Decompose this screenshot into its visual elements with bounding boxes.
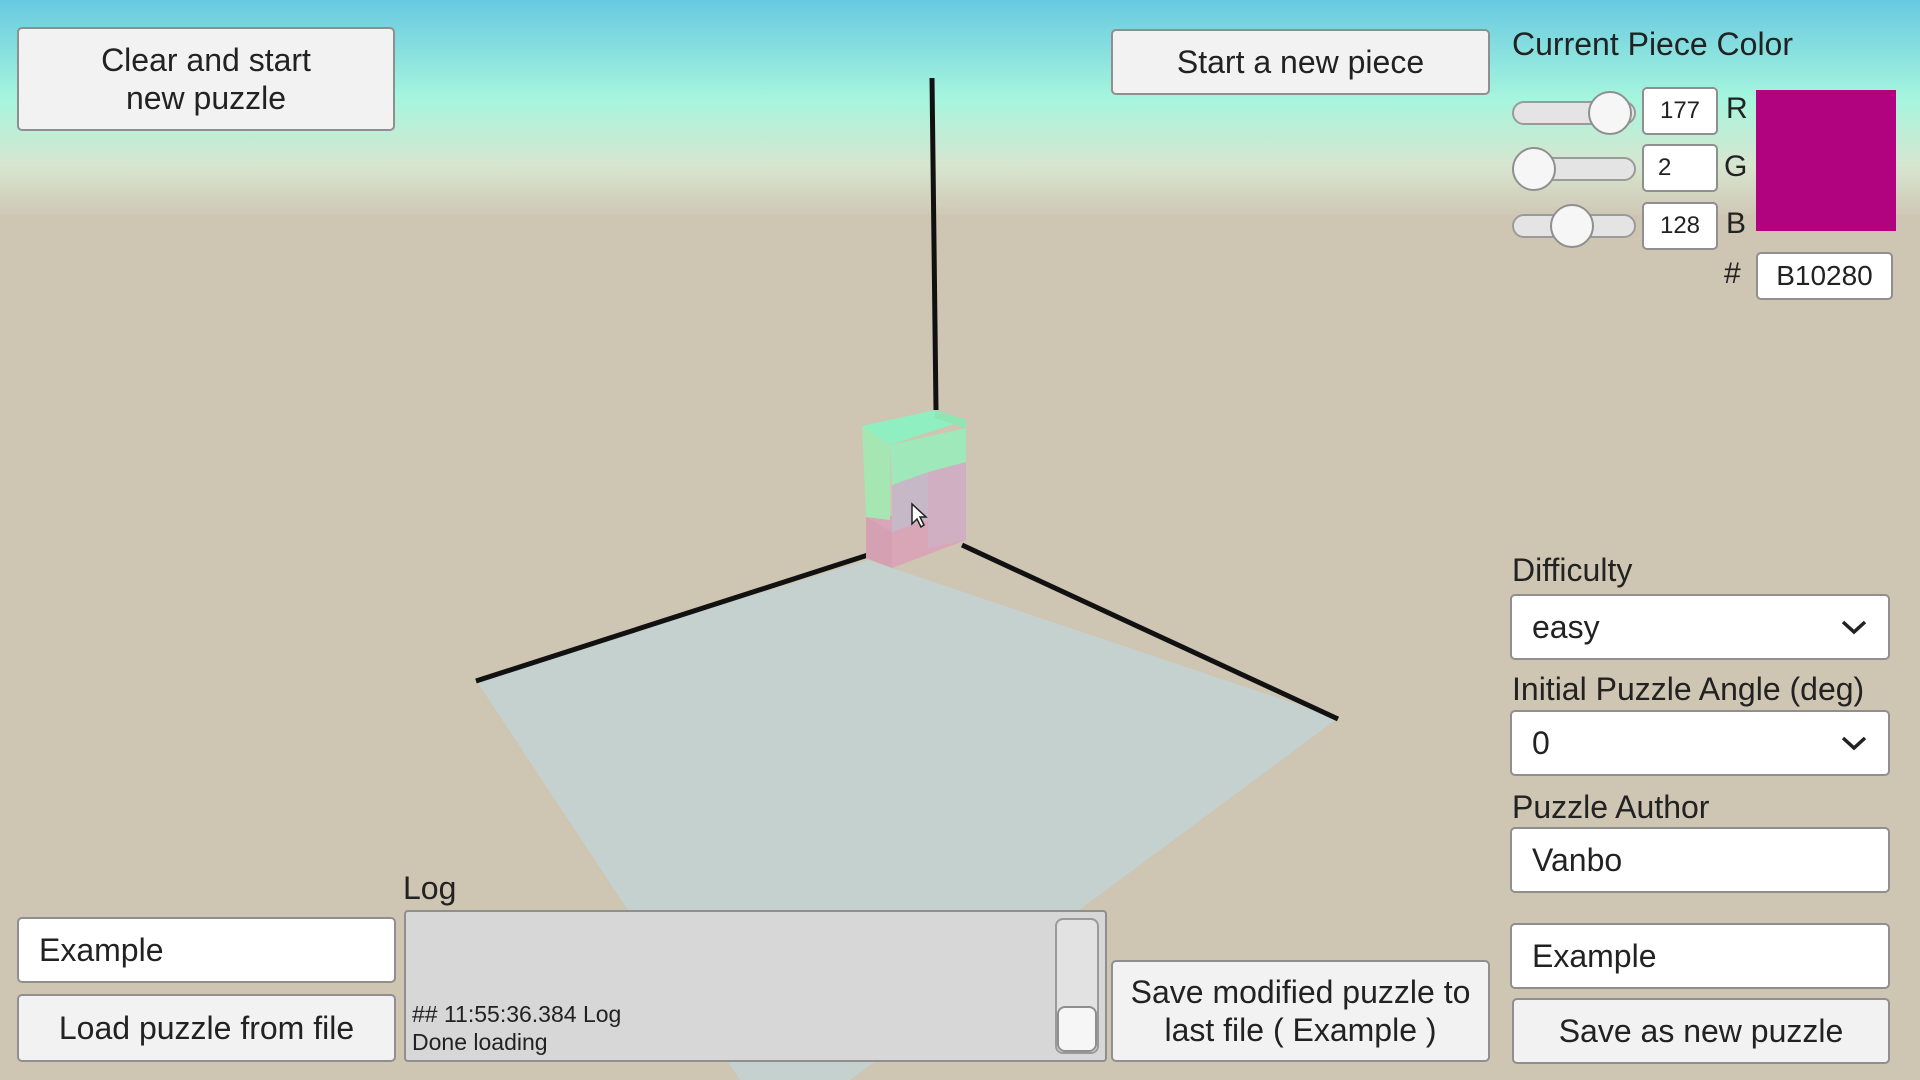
red-value-field[interactable]: 177 [1642, 87, 1718, 135]
clear-button-line2: new puzzle [125, 80, 287, 116]
blue-slider-knob[interactable] [1550, 204, 1594, 248]
angle-dropdown[interactable]: 0 [1510, 710, 1890, 776]
chevron-down-icon [1841, 736, 1867, 751]
red-slider-knob[interactable] [1588, 91, 1632, 135]
clear-new-puzzle-button[interactable]: Clear and start new puzzle [17, 27, 395, 131]
puzzle-file-name-input[interactable]: Example [17, 917, 396, 983]
angle-label: Initial Puzzle Angle (deg) [1512, 671, 1865, 707]
color-swatch [1756, 90, 1896, 231]
author-input[interactable]: Vanbo [1510, 827, 1890, 893]
color-panel-title: Current Piece Color [1512, 26, 1793, 62]
difficulty-dropdown[interactable]: easy [1510, 594, 1890, 660]
load-puzzle-button[interactable]: Load puzzle from file [17, 994, 396, 1062]
blue-value-field[interactable]: 128 [1642, 202, 1718, 250]
log-text: ## 11:55:36.384 Log Done loading [412, 1000, 621, 1056]
red-channel-label: R [1726, 92, 1748, 125]
save-as-new-puzzle-button[interactable]: Save as new puzzle [1512, 998, 1890, 1064]
save-modified-puzzle-button[interactable]: Save modified puzzle to last file ( Exam… [1111, 960, 1490, 1062]
green-slider-knob[interactable] [1512, 147, 1556, 191]
red-slider[interactable] [1512, 91, 1636, 135]
angle-value: 0 [1532, 724, 1550, 761]
clear-button-line1: Clear and start [101, 42, 311, 78]
blue-slider[interactable] [1512, 204, 1636, 248]
start-new-piece-button[interactable]: Start a new piece [1111, 29, 1490, 95]
log-line: Done loading [412, 1029, 548, 1055]
hex-hash-label: # [1724, 257, 1741, 290]
log-scrollbar-handle[interactable] [1057, 1006, 1097, 1052]
green-channel-label: G [1724, 150, 1748, 183]
green-slider[interactable] [1512, 147, 1636, 191]
save-modified-line1: Save modified puzzle to [1130, 974, 1471, 1010]
chevron-down-icon [1841, 620, 1867, 635]
hex-value-field[interactable]: B10280 [1756, 252, 1893, 300]
green-value-field[interactable]: 2 [1642, 144, 1718, 192]
log-panel[interactable]: ## 11:55:36.384 Log Done loading [404, 910, 1107, 1062]
log-label: Log [403, 870, 457, 906]
difficulty-label: Difficulty [1512, 552, 1633, 588]
puzzle-piece[interactable] [862, 410, 966, 568]
difficulty-value: easy [1532, 608, 1600, 645]
log-scrollbar[interactable] [1055, 918, 1099, 1054]
new-puzzle-name-input[interactable]: Example [1510, 923, 1890, 989]
save-modified-line2: last file ( Example ) [1164, 1012, 1437, 1048]
blue-channel-label: B [1726, 207, 1747, 240]
author-label: Puzzle Author [1512, 789, 1710, 825]
log-line: ## 11:55:36.384 Log [412, 1001, 622, 1027]
